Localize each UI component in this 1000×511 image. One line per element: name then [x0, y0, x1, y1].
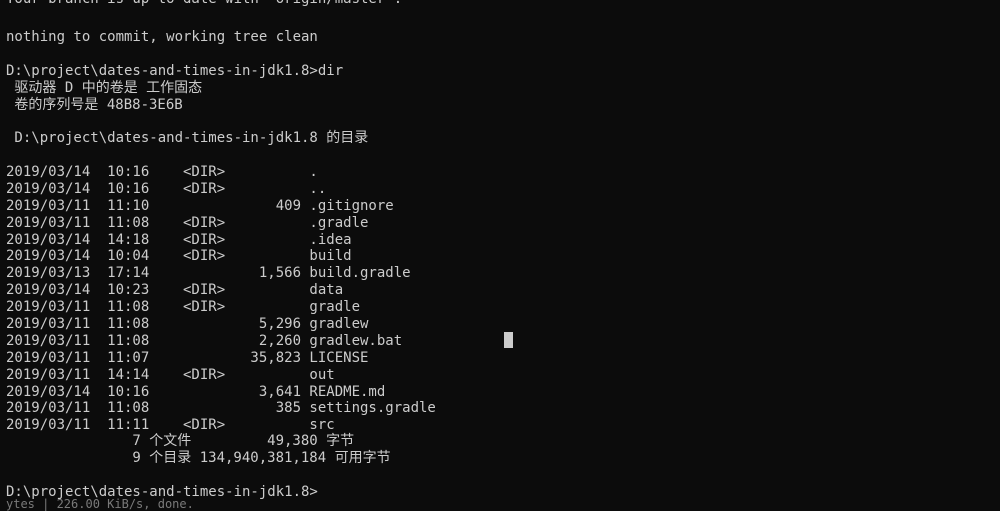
summary-directories: 9 个目录 134,940,381,184 可用字节 — [6, 450, 391, 466]
terminal-line-volume: 驱动器 D 中的卷是 工作固态 — [6, 80, 203, 96]
directory-entry: 2019/03/11 11:08 385 settings.gradle — [6, 400, 436, 416]
terminal-window[interactable]: Your branch is up to date with 'origin/m… — [0, 0, 1000, 511]
directory-entry: 2019/03/11 11:08 <DIR> gradle — [6, 299, 361, 315]
terminal-line-transfer-progress: ytes | 226.00 KiB/s, done. — [6, 497, 194, 511]
terminal-line-serial: 卷的序列号是 48B8-3E6B — [6, 97, 183, 113]
summary-files: 7 个文件 49,380 字节 — [6, 433, 355, 449]
terminal-line-branch-status: Your branch is up to date with 'origin/m… — [6, 0, 402, 8]
directory-entry: 2019/03/14 10:16 3,641 README.md — [6, 384, 386, 400]
directory-entry: 2019/03/11 11:07 35,823 LICENSE — [6, 350, 369, 366]
directory-entry: 2019/03/11 11:10 409 .gitignore — [6, 198, 394, 214]
directory-entry: 2019/03/14 10:16 <DIR> .. — [6, 181, 327, 197]
text-cursor — [504, 332, 513, 348]
directory-entry: 2019/03/14 10:16 <DIR> . — [6, 164, 318, 180]
terminal-line-commit-status: nothing to commit, working tree clean — [6, 29, 318, 45]
directory-entry: 2019/03/14 10:23 <DIR> data — [6, 282, 344, 298]
directory-entry: 2019/03/13 17:14 1,566 build.gradle — [6, 265, 411, 281]
directory-entry: 2019/03/11 11:08 <DIR> .gradle — [6, 215, 369, 231]
directory-entry: 2019/03/11 11:11 <DIR> src — [6, 417, 335, 433]
terminal-line-directory-of: D:\project\dates-and-times-in-jdk1.8 的目录 — [6, 130, 369, 146]
directory-entry: 2019/03/14 14:18 <DIR> .idea — [6, 232, 352, 248]
directory-entry: 2019/03/14 10:04 <DIR> build — [6, 248, 352, 264]
directory-entry: 2019/03/11 11:08 5,296 gradlew — [6, 316, 369, 332]
directory-entry: 2019/03/11 14:14 <DIR> out — [6, 367, 335, 383]
terminal-prompt-dir-command: D:\project\dates-and-times-in-jdk1.8>dir — [6, 63, 344, 79]
directory-entry: 2019/03/11 11:08 2,260 gradlew.bat — [6, 333, 403, 349]
